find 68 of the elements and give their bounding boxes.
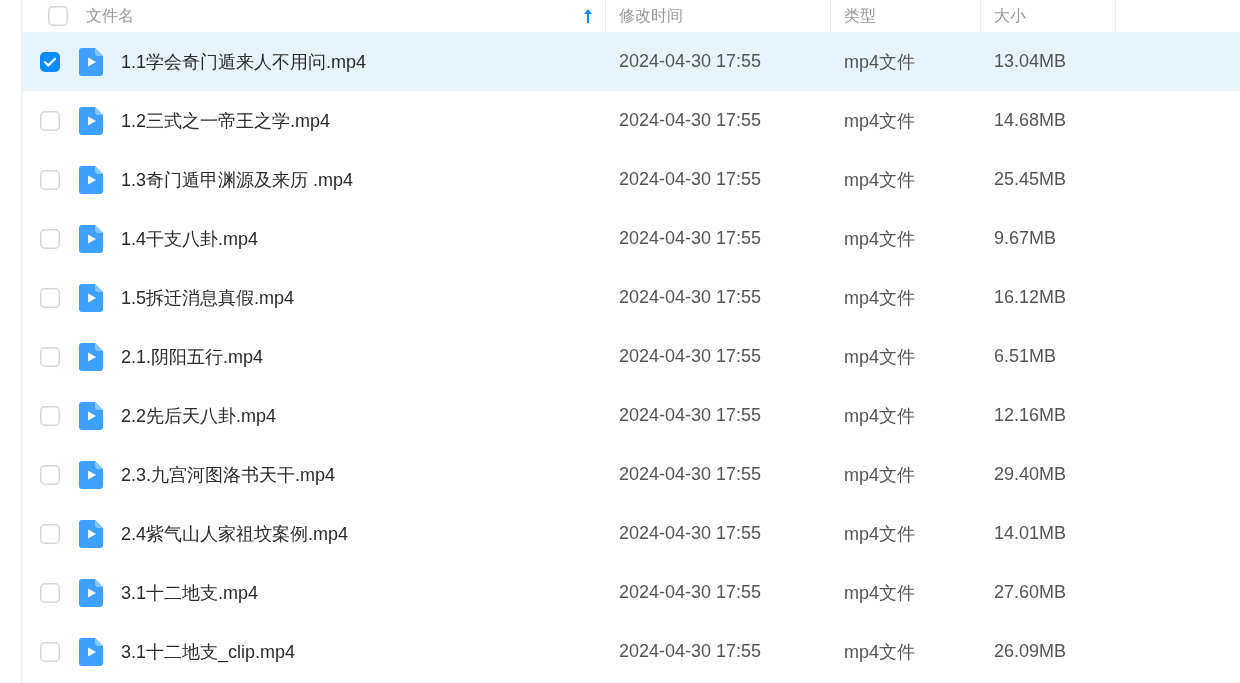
file-size: 9.67MB [994, 228, 1057, 248]
file-name[interactable]: 1.5拆迁消息真假.mp4 [121, 285, 295, 310]
file-size: 14.68MB [994, 110, 1067, 130]
modified-date: 2024-04-30 17:55 [619, 110, 762, 130]
sort-arrow-icon[interactable] [584, 9, 592, 23]
file-name[interactable]: 2.4紫气山人家祖坟案例.mp4 [121, 521, 349, 546]
file-row[interactable]: 3.1十二地支_clip.mp4 2024-04-30 17:55 mp4文件 26.09MB [23, 622, 1240, 681]
video-file-icon [79, 519, 103, 548]
file-row[interactable]: 2.3.九宫河图洛书天干.mp4 2024-04-30 17:55 mp4文件 29.40MB [23, 445, 1240, 504]
file-type: mp4文件 [844, 169, 915, 190]
file-size: 13.04MB [994, 51, 1067, 71]
file-row[interactable]: 2.1.阴阳五行.mp4 2024-04-30 17:55 mp4文件 6.51MB [23, 327, 1240, 386]
file-name[interactable]: 3.1十二地支.mp4 [121, 580, 259, 605]
modified-date: 2024-04-30 17:55 [619, 582, 762, 602]
file-size: 27.60MB [994, 582, 1067, 602]
modified-date: 2024-04-30 17:55 [619, 464, 762, 484]
modified-date: 2024-04-30 17:55 [619, 405, 762, 425]
video-file-icon [79, 460, 103, 489]
video-file-icon [79, 47, 103, 76]
file-type: mp4文件 [844, 405, 915, 426]
file-name[interactable]: 1.2三式之一帝王之学.mp4 [121, 108, 331, 133]
file-row[interactable]: 2.2先后天八卦.mp4 2024-04-30 17:55 mp4文件 12.16MB [23, 386, 1240, 445]
file-row[interactable]: 3.1十二地支.mp4 2024-04-30 17:55 mp4文件 27.60MB [23, 563, 1240, 622]
video-file-icon [79, 106, 103, 135]
modified-date: 2024-04-30 17:55 [619, 169, 762, 189]
file-name[interactable]: 2.3.九宫河图洛书天干.mp4 [121, 462, 336, 487]
file-type: mp4文件 [844, 110, 915, 131]
file-size: 16.12MB [994, 287, 1067, 307]
file-name[interactable]: 2.2先后天八卦.mp4 [121, 403, 277, 428]
file-size: 6.51MB [994, 346, 1057, 366]
file-size: 25.45MB [994, 169, 1067, 189]
file-size: 14.01MB [994, 523, 1067, 543]
video-file-icon [79, 401, 103, 430]
modified-date: 2024-04-30 17:55 [619, 523, 762, 543]
file-size: 26.09MB [994, 641, 1067, 661]
modified-date: 2024-04-30 17:55 [619, 51, 762, 71]
file-type: mp4文件 [844, 582, 915, 603]
file-name[interactable]: 2.1.阴阳五行.mp4 [121, 344, 264, 369]
file-row[interactable]: 1.2三式之一帝王之学.mp4 2024-04-30 17:55 mp4文件 14.68MB [23, 91, 1240, 150]
file-name[interactable]: 1.1学会奇门遁来人不用问.mp4 [121, 49, 367, 74]
file-row[interactable]: 1.5拆迁消息真假.mp4 2024-04-30 17:55 mp4文件 16.12MB [23, 268, 1240, 327]
video-file-icon [79, 165, 103, 194]
file-type: mp4文件 [844, 287, 915, 308]
video-file-icon [79, 637, 103, 666]
file-type: mp4文件 [844, 346, 915, 367]
modified-date: 2024-04-30 17:55 [619, 287, 762, 307]
file-size: 12.16MB [994, 405, 1067, 425]
checkbox[interactable] [40, 51, 60, 72]
file-type: mp4文件 [844, 464, 915, 485]
file-row[interactable]: 1.1学会奇门遁来人不用问.mp4 2024-04-30 17:55 mp4文件 13.04MB [23, 32, 1240, 91]
file-type: mp4文件 [844, 51, 915, 72]
file-name[interactable]: 3.1十二地支_clip.mp4 [121, 639, 296, 664]
file-type: mp4文件 [844, 641, 915, 662]
modified-date: 2024-04-30 17:55 [619, 641, 762, 661]
file-row[interactable]: 1.4干支八卦.mp4 2024-04-30 17:55 mp4文件 9.67MB [23, 209, 1240, 268]
file-name[interactable]: 1.4干支八卦.mp4 [121, 226, 259, 251]
file-row[interactable]: 2.4紫气山人家祖坟案例.mp4 2024-04-30 17:55 mp4文件 14.01MB [23, 504, 1240, 563]
file-type: mp4文件 [844, 228, 915, 249]
file-size: 29.40MB [994, 464, 1067, 484]
modified-date: 2024-04-30 17:55 [619, 228, 762, 248]
modified-date: 2024-04-30 17:55 [619, 346, 762, 366]
file-row[interactable]: 1.3奇门遁甲渊源及来历 .mp4 2024-04-30 17:55 mp4文件 25.45MB [23, 150, 1240, 209]
file-name[interactable]: 1.3奇门遁甲渊源及来历 .mp4 [121, 167, 354, 192]
file-type: mp4文件 [844, 523, 915, 544]
video-file-icon [79, 224, 103, 253]
video-file-icon [79, 578, 103, 607]
video-file-icon [79, 342, 103, 371]
video-file-icon [79, 283, 103, 312]
